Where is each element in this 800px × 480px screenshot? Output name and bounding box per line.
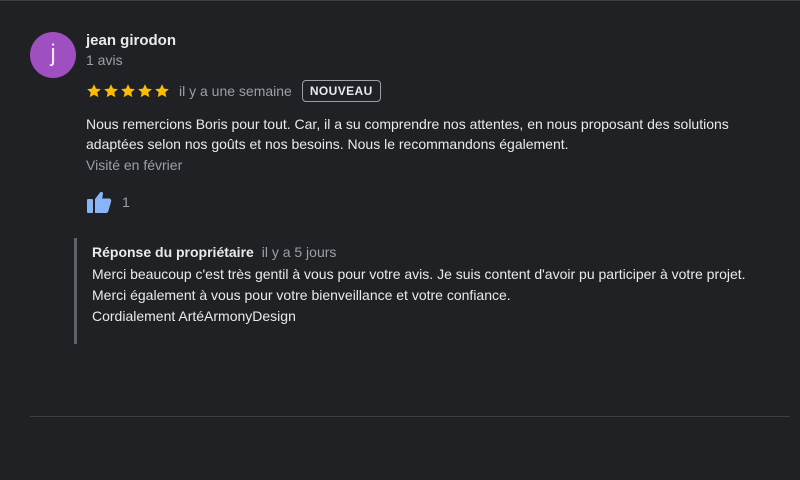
star-icon [155,84,169,98]
author-review-count: 1 avis [86,52,123,68]
like-count: 1 [122,194,130,210]
owner-reply: Réponse du propriétaire il y a 5 jours M… [74,238,777,344]
reply-title: Réponse du propriétaire [92,244,254,260]
star-rating [86,83,170,99]
star-icon [121,84,135,98]
star-icon [104,84,118,98]
reply-body: Merci beaucoup c'est très gentil à vous … [92,264,777,327]
bottom-divider [30,416,790,417]
like-button[interactable]: 1 [86,190,130,214]
top-divider [0,0,800,1]
visited-info: Visité en février [86,157,183,173]
star-icon [138,84,152,98]
reply-header: Réponse du propriétaire il y a 5 jours [92,244,336,260]
thumbs-up-icon[interactable] [86,190,112,214]
reply-date: il y a 5 jours [261,244,337,260]
review-page: j jean girodon 1 avis il y a une semaine… [0,0,800,480]
reply-line: Cordialement ArtéArmonyDesign [92,308,296,324]
review-date: il y a une semaine [179,83,292,99]
avatar[interactable]: j [30,32,76,78]
reply-line: Merci également à vous pour votre bienve… [92,287,511,303]
review-text: Nous remercions Boris pour tout. Car, il… [86,116,729,152]
author-name[interactable]: jean girodon [86,32,176,49]
star-icon [87,84,101,98]
reply-line: Merci beaucoup c'est très gentil à vous … [92,266,746,282]
rating-row: il y a une semaine NOUVEAU [86,79,381,103]
new-badge: NOUVEAU [301,80,381,102]
